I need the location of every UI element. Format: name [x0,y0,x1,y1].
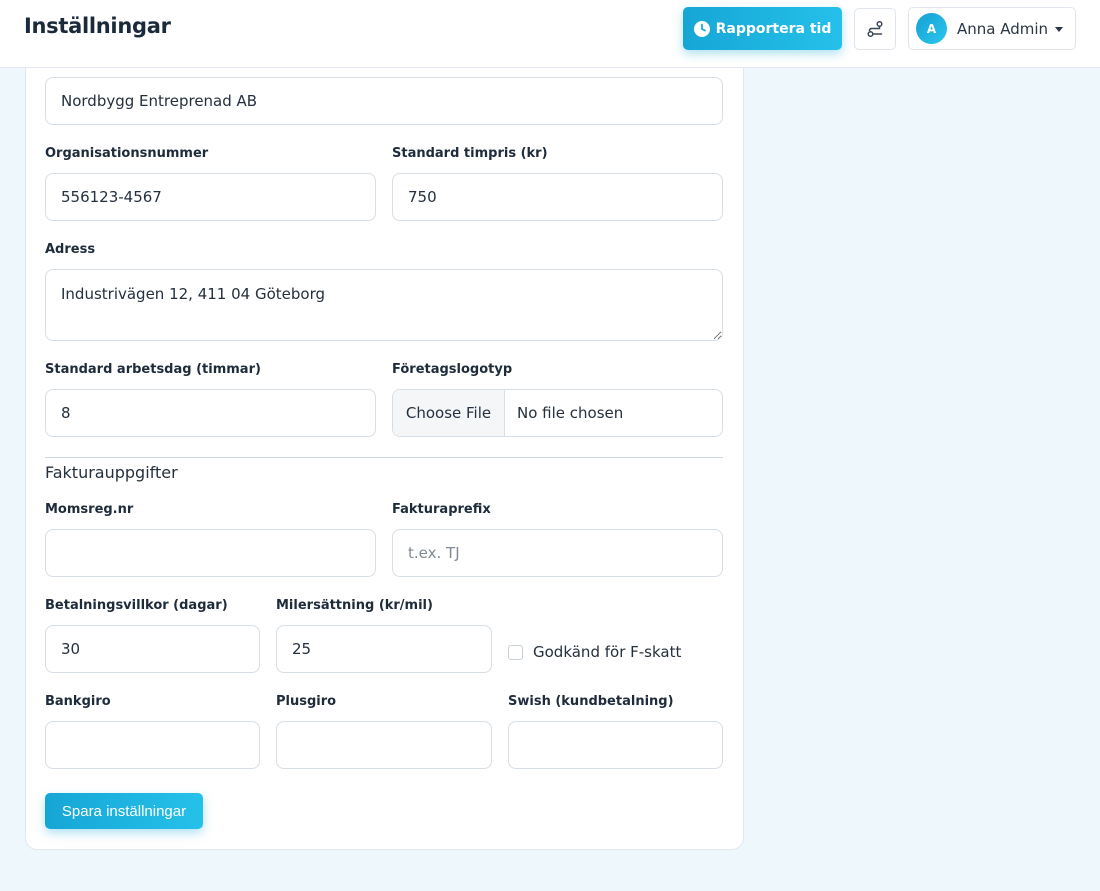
payment-terms-input[interactable] [45,625,260,673]
company-name-input[interactable] [45,77,723,125]
mileage-rate-label: Milersättning (kr/mil) [276,598,433,613]
invoice-prefix-input[interactable] [392,529,723,577]
plusgiro-label: Plusgiro [276,694,337,709]
f-tax-checkbox-row[interactable]: Godkänd för F-skatt [508,643,681,661]
vat-number-input[interactable] [45,529,376,577]
file-status: No file chosen [517,404,624,422]
mileage-rate-input[interactable] [276,625,492,673]
f-tax-checkbox[interactable] [508,644,523,660]
report-time-label: Rapportera tid [715,20,832,37]
plusgiro-input[interactable] [276,721,492,769]
invoice-section-title: Fakturauppgifter [45,463,178,482]
bankgiro-label: Bankgiro [45,694,111,709]
avatar: A [916,13,947,44]
payment-terms-label: Betalningsvillkor (dagar) [45,598,228,613]
logo-label: Företagslogotyp [392,362,513,377]
bankgiro-input[interactable] [45,721,260,769]
invoice-prefix-label: Fakturaprefix [392,502,491,517]
save-settings-button[interactable]: Spara inställningar [45,793,203,829]
swish-input[interactable] [508,721,723,769]
logo-file-input[interactable]: Choose File No file chosen [392,389,723,437]
page-title: Inställningar [24,14,171,38]
choose-file-button[interactable]: Choose File [393,390,505,436]
swish-label: Swish (kundbetalning) [508,694,674,709]
user-name: Anna Admin [957,19,1049,38]
clock-icon [693,20,710,37]
top-bar: Inställningar Rapportera tid A Anna Admi… [0,0,1100,68]
section-divider [45,457,723,458]
user-menu[interactable]: A Anna Admin [908,7,1076,50]
hourly-rate-input[interactable] [392,173,723,221]
address-textarea[interactable]: Industrivägen 12, 411 04 Göteborg [45,269,723,341]
address-label: Adress [45,242,96,257]
f-tax-label: Godkänd för F-skatt [533,643,682,661]
route-icon [867,20,883,38]
route-button[interactable] [854,8,896,50]
org-number-label: Organisationsnummer [45,146,209,161]
hourly-rate-label: Standard timpris (kr) [392,146,548,161]
org-number-input[interactable] [45,173,376,221]
vat-number-label: Momsreg.nr [45,502,134,517]
report-time-button[interactable]: Rapportera tid [683,7,842,50]
workday-input[interactable] [45,389,376,437]
chevron-down-icon [1055,27,1063,32]
workday-label: Standard arbetsdag (timmar) [45,362,261,377]
